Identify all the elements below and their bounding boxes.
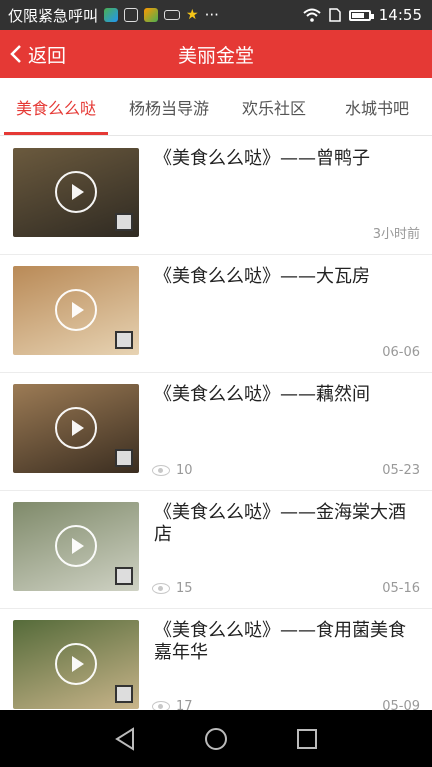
- app-icon-2: [144, 8, 159, 22]
- video-thumbnail[interactable]: [13, 384, 139, 473]
- item-meta: 10 05-23: [152, 463, 420, 478]
- view-count: 10: [176, 463, 193, 478]
- keyboard-icon: [164, 10, 181, 20]
- item-date: 05-23: [382, 463, 420, 478]
- star-icon: ★: [186, 7, 199, 23]
- video-thumbnail[interactable]: [13, 502, 139, 591]
- app-header: 返回 美丽金堂: [0, 30, 432, 78]
- play-icon[interactable]: [55, 525, 97, 567]
- status-bar: 仅限紧急呼叫 ★ ··· 14:55: [0, 0, 432, 30]
- video-thumbnail[interactable]: [13, 620, 139, 709]
- tab-community[interactable]: 欢乐社区: [226, 78, 322, 135]
- tab-label: 水城书吧: [344, 98, 409, 118]
- views: 10: [152, 463, 193, 478]
- tab-label: 美食么么哒: [15, 98, 96, 118]
- play-icon[interactable]: [55, 407, 97, 449]
- qr-watermark: [115, 331, 133, 349]
- video-list: 《美食么么哒》——曾鸭子 3小时前 《美食么么哒》——大瓦房 06-06 《美食…: [0, 137, 432, 710]
- tab-bookbar[interactable]: 水城书吧: [322, 78, 432, 135]
- more-indicator: ···: [204, 6, 219, 24]
- nav-recent-icon[interactable]: [296, 728, 318, 750]
- nav-back-icon[interactable]: [114, 726, 136, 751]
- item-title[interactable]: 《美食么么哒》——大瓦房: [154, 266, 422, 288]
- list-item[interactable]: 《美食么么哒》——大瓦房 06-06: [0, 255, 432, 373]
- item-title[interactable]: 《美食么么哒》——藕然间: [154, 384, 422, 406]
- clock: 14:55: [378, 6, 422, 24]
- qr-watermark: [115, 685, 133, 703]
- gallery-icon: [124, 8, 139, 22]
- views: 15: [152, 581, 193, 596]
- back-label: 返回: [28, 44, 67, 67]
- eye-icon: [152, 583, 170, 594]
- item-date: 3小时前: [372, 227, 420, 242]
- list-item[interactable]: 《美食么么哒》——食用菌美食嘉年华 17 05-09: [0, 609, 432, 710]
- item-date: 05-16: [382, 581, 420, 596]
- tab-food[interactable]: 美食么么哒: [0, 78, 112, 135]
- app-icon-1: [104, 8, 119, 22]
- qr-watermark: [115, 213, 133, 231]
- play-icon[interactable]: [55, 171, 97, 213]
- view-count: 15: [176, 581, 193, 596]
- views: 17: [152, 699, 193, 710]
- video-thumbnail[interactable]: [13, 148, 139, 237]
- eye-icon: [152, 701, 170, 710]
- battery-icon: [348, 9, 374, 21]
- item-title[interactable]: 《美食么么哒》——曾鸭子: [154, 148, 422, 170]
- item-date: 06-06: [382, 345, 420, 360]
- qr-watermark: [115, 449, 133, 467]
- tab-label: 杨杨当导游: [128, 98, 209, 118]
- item-meta: 06-06: [152, 345, 420, 360]
- item-meta: 3小时前: [152, 223, 420, 242]
- view-count: 17: [176, 699, 193, 710]
- list-item[interactable]: 《美食么么哒》——金海棠大酒店 15 05-16: [0, 491, 432, 609]
- wifi-icon: [303, 8, 321, 22]
- item-date: 05-09: [382, 699, 420, 710]
- back-button[interactable]: 返回: [10, 30, 66, 78]
- tab-guide[interactable]: 杨杨当导游: [112, 78, 226, 135]
- play-icon[interactable]: [55, 289, 97, 331]
- category-tabs: 美食么么哒 杨杨当导游 欢乐社区 水城书吧: [0, 78, 432, 136]
- tab-label: 欢乐社区: [241, 98, 306, 118]
- list-item[interactable]: 《美食么么哒》——曾鸭子 3小时前: [0, 137, 432, 255]
- qr-watermark: [115, 567, 133, 585]
- status-left: 仅限紧急呼叫 ★ ···: [8, 5, 303, 26]
- item-meta: 15 05-16: [152, 581, 420, 596]
- status-right: 14:55: [303, 6, 422, 24]
- video-thumbnail[interactable]: [13, 266, 139, 355]
- list-item[interactable]: 《美食么么哒》——藕然间 10 05-23: [0, 373, 432, 491]
- system-nav-bar: [0, 710, 432, 767]
- item-meta: 17 05-09: [152, 699, 420, 710]
- chevron-left-icon: [10, 45, 21, 63]
- carrier-text: 仅限紧急呼叫: [8, 6, 99, 25]
- nav-home-icon[interactable]: [204, 727, 228, 751]
- item-title[interactable]: 《美食么么哒》——食用菌美食嘉年华: [154, 620, 422, 664]
- item-title[interactable]: 《美食么么哒》——金海棠大酒店: [154, 502, 422, 546]
- sim-icon: [329, 8, 341, 22]
- play-icon[interactable]: [55, 643, 97, 685]
- eye-icon: [152, 465, 170, 476]
